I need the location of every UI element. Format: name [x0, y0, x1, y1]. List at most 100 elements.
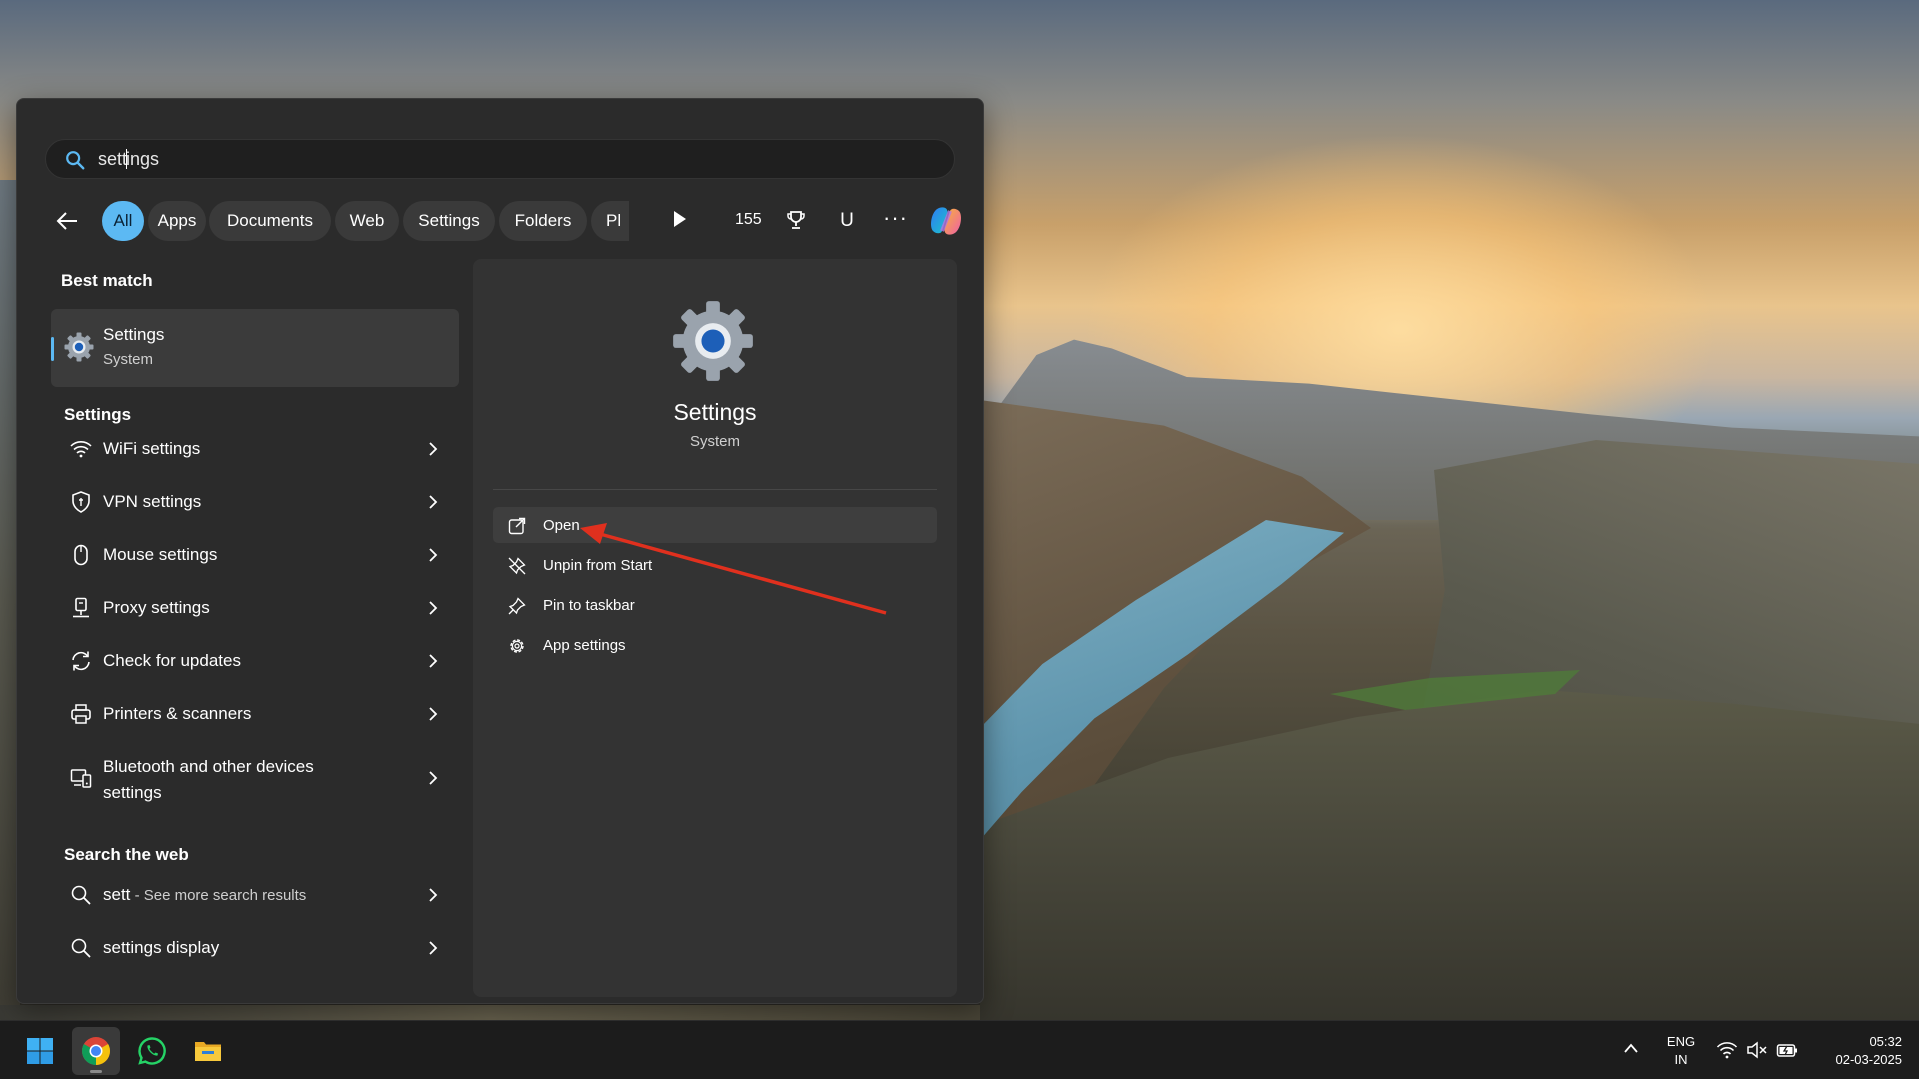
- rewards-points[interactable]: 155: [735, 211, 762, 229]
- result-label: sett - See more search results: [103, 885, 306, 906]
- mouse-icon: [74, 544, 88, 566]
- start-button[interactable]: [16, 1027, 64, 1075]
- action-open[interactable]: Open: [493, 507, 937, 543]
- chevron-right-icon[interactable]: [427, 441, 439, 457]
- settings-section-heading: Settings: [64, 405, 132, 424]
- taskbar: ENG IN 05:32 02-03-2025: [0, 1020, 1919, 1079]
- result-proxy-settings[interactable]: Proxy settings: [51, 584, 459, 632]
- settings-app-large-icon: [673, 301, 753, 381]
- scroll-filters-icon[interactable]: [674, 211, 686, 227]
- chevron-up-icon[interactable]: [1622, 1041, 1640, 1055]
- more-options-icon[interactable]: ···: [883, 205, 908, 231]
- web-result-sett[interactable]: sett - See more search results: [51, 871, 459, 919]
- action-app-settings[interactable]: App settings: [493, 627, 937, 663]
- trophy-icon[interactable]: [785, 209, 807, 231]
- volume-muted-icon[interactable]: [1746, 1040, 1768, 1060]
- result-label: Mouse settings: [103, 545, 218, 564]
- wallpaper-bottom: [0, 1005, 980, 1020]
- chevron-right-icon[interactable]: [427, 887, 439, 903]
- pin-icon: [508, 597, 526, 615]
- chevron-right-icon[interactable]: [427, 494, 439, 510]
- result-wifi-settings[interactable]: WiFi settings: [51, 425, 459, 473]
- web-section-heading: Search the web: [64, 845, 189, 864]
- chrome-icon: [82, 1037, 110, 1065]
- search-icon: [71, 885, 91, 905]
- gear-icon: [510, 639, 524, 653]
- input-language[interactable]: ENG IN: [1664, 1033, 1698, 1069]
- search-query-start: sett: [98, 148, 128, 169]
- taskbar-whatsapp[interactable]: [128, 1027, 176, 1075]
- result-mouse-settings[interactable]: Mouse settings: [51, 531, 459, 579]
- unpin-icon: [508, 557, 526, 575]
- filter-photos[interactable]: Pl: [591, 201, 629, 241]
- region-code: IN: [1674, 1052, 1688, 1067]
- web-result-settings-display[interactable]: settings display: [51, 924, 459, 972]
- action-label: Unpin from Start: [543, 557, 653, 574]
- chevron-right-icon[interactable]: [427, 547, 439, 563]
- windows-start-icon: [27, 1038, 53, 1064]
- wifi-tray-icon[interactable]: [1716, 1040, 1738, 1060]
- preview-pane: Settings System Open Unpin from Start Pi…: [473, 259, 957, 997]
- action-pin-to-taskbar[interactable]: Pin to taskbar: [493, 587, 937, 623]
- system-clock[interactable]: 05:32 02-03-2025: [1812, 1033, 1903, 1069]
- filter-bar: All Apps Documents Web Settings Folders …: [45, 199, 965, 243]
- best-match-subtitle: System: [103, 351, 154, 368]
- running-indicator: [90, 1070, 102, 1073]
- chevron-right-icon[interactable]: [427, 940, 439, 956]
- open-external-icon: [508, 517, 526, 535]
- filter-web[interactable]: Web: [335, 201, 399, 241]
- result-check-for-updates[interactable]: Check for updates: [51, 637, 459, 685]
- web-query: sett: [103, 885, 131, 904]
- taskbar-file-explorer[interactable]: [184, 1027, 232, 1075]
- filter-all[interactable]: All: [102, 201, 144, 241]
- search-input[interactable]: sett ings: [45, 139, 955, 179]
- search-query-end: ings: [126, 148, 160, 169]
- result-label: Check for updates: [103, 651, 241, 670]
- selection-indicator: [51, 337, 54, 361]
- result-vpn-settings[interactable]: VPN settings: [51, 478, 459, 526]
- shield-icon: [72, 491, 90, 513]
- preview-subtitle: System: [689, 433, 740, 450]
- search-icon: [66, 151, 85, 170]
- clock-time: 05:32: [1869, 1034, 1902, 1049]
- result-bluetooth-devices[interactable]: Bluetooth and other devices settings: [51, 743, 459, 813]
- best-match-settings[interactable]: Settings System: [51, 309, 459, 387]
- chevron-right-icon[interactable]: [427, 770, 439, 786]
- result-label: VPN settings: [103, 492, 202, 511]
- preview-title: Settings: [673, 399, 757, 425]
- action-unpin-from-start[interactable]: Unpin from Start: [493, 547, 937, 583]
- filter-settings[interactable]: Settings: [403, 201, 495, 241]
- clock-date: 02-03-2025: [1835, 1052, 1903, 1067]
- action-label: Open: [543, 517, 580, 534]
- copilot-icon[interactable]: [925, 201, 967, 241]
- devices-icon: [70, 769, 92, 788]
- chevron-right-icon[interactable]: [427, 653, 439, 669]
- wifi-icon: [70, 441, 92, 458]
- result-label: WiFi settings: [103, 439, 201, 458]
- taskbar-chrome[interactable]: [72, 1027, 120, 1075]
- chevron-right-icon[interactable]: [427, 600, 439, 616]
- back-arrow-icon[interactable]: [53, 207, 81, 235]
- filter-apps[interactable]: Apps: [148, 201, 206, 241]
- printer-icon: [71, 704, 91, 724]
- account-avatar[interactable]: U: [833, 207, 861, 235]
- best-match-title: Settings: [103, 325, 165, 344]
- proxy-icon: [73, 597, 89, 618]
- search-icon: [71, 938, 91, 958]
- battery-charging-icon[interactable]: [1776, 1040, 1798, 1060]
- result-label: settings display: [103, 938, 220, 957]
- filter-folders[interactable]: Folders: [499, 201, 587, 241]
- filter-documents[interactable]: Documents: [209, 201, 331, 241]
- result-label: Proxy settings: [103, 598, 210, 617]
- result-label-line2: settings: [103, 783, 162, 802]
- chevron-right-icon[interactable]: [427, 706, 439, 722]
- action-label: App settings: [543, 637, 626, 654]
- web-query-suffix: - See more search results: [130, 887, 307, 904]
- result-label: Printers & scanners: [103, 704, 252, 723]
- preview-divider: [493, 489, 937, 490]
- result-printers-scanners[interactable]: Printers & scanners: [51, 690, 459, 738]
- whatsapp-icon: [138, 1037, 166, 1065]
- file-explorer-icon: [195, 1042, 221, 1061]
- result-label-line1: Bluetooth and other devices: [103, 757, 314, 776]
- refresh-icon: [72, 651, 90, 671]
